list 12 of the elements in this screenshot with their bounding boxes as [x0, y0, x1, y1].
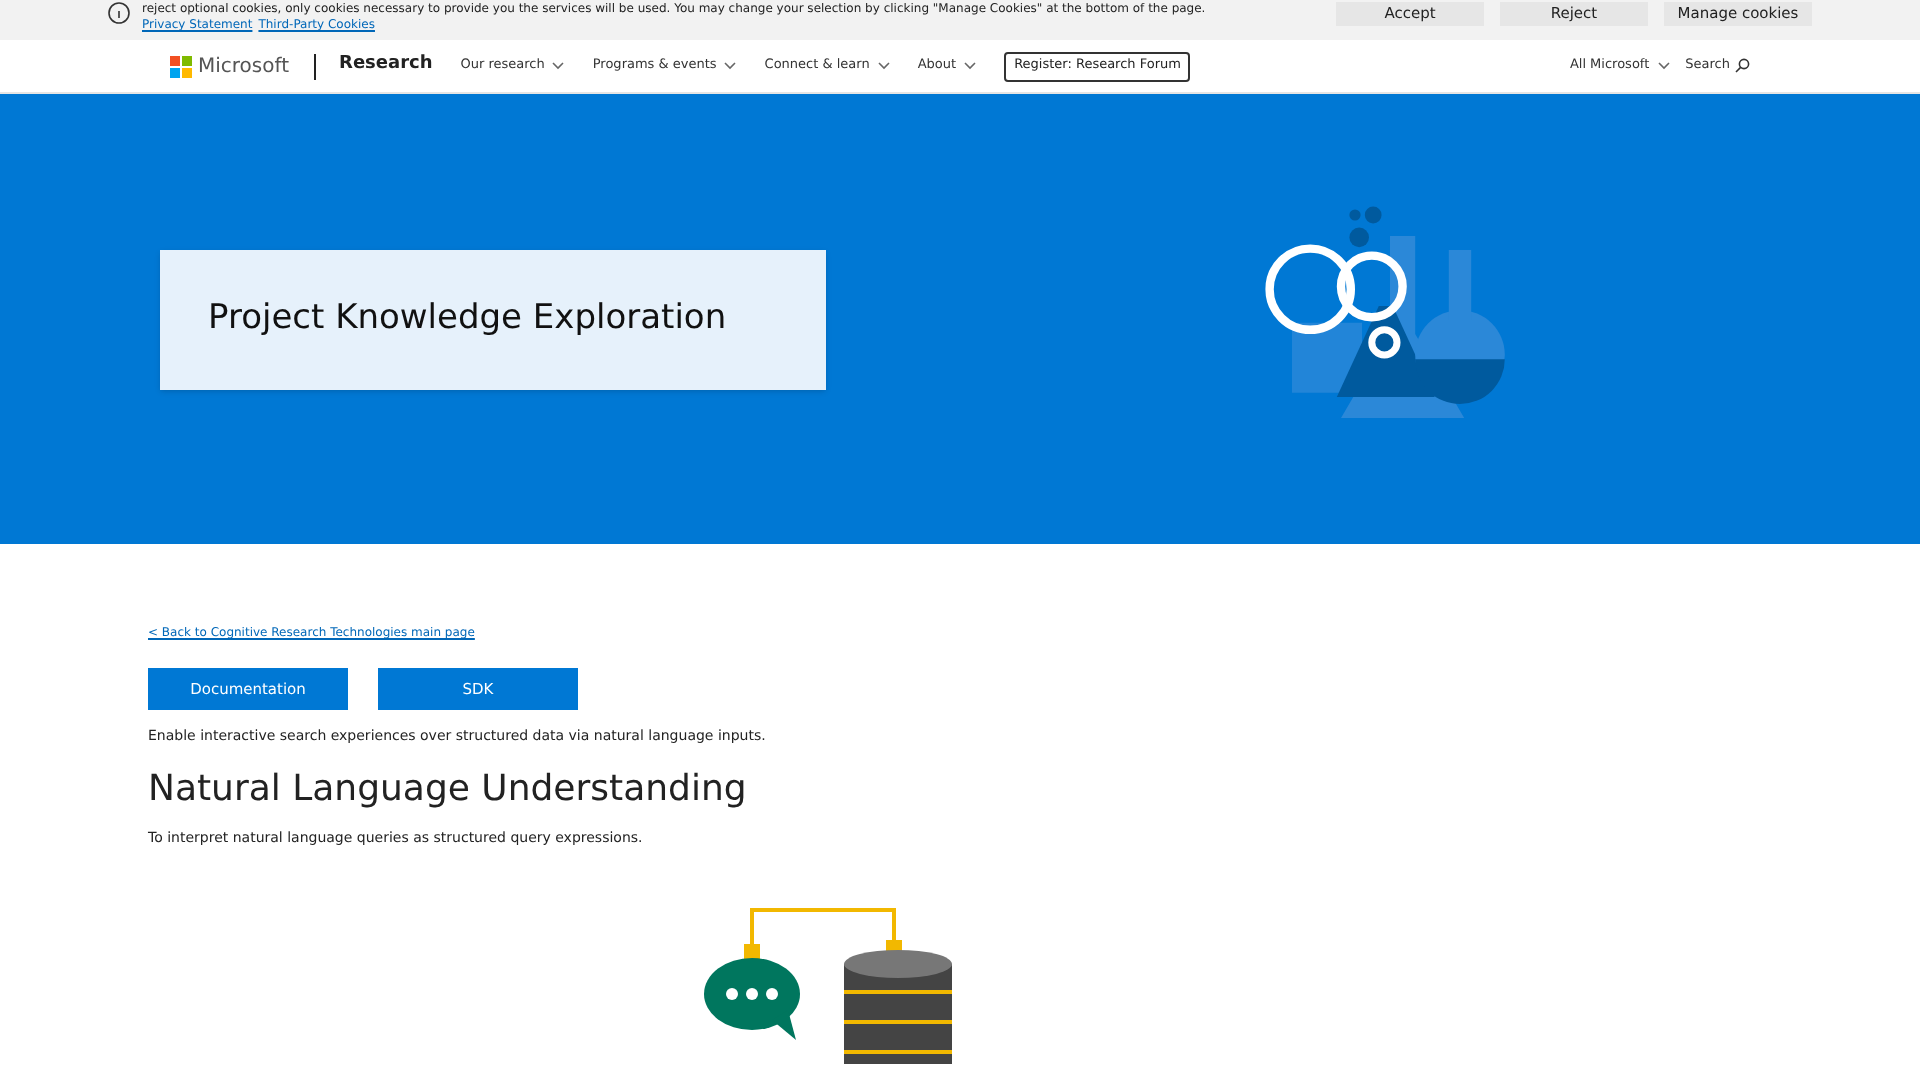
- microsoft-logo-icon: [170, 55, 192, 77]
- chevron-down-icon: [964, 62, 977, 70]
- chevron-down-icon: [1657, 62, 1670, 70]
- section-link[interactable]: Research: [339, 52, 433, 80]
- hero-title: Project Knowledge Exploration: [208, 295, 727, 342]
- brand-name: Microsoft: [198, 53, 290, 81]
- chevron-down-icon: [552, 62, 565, 70]
- chevron-down-icon: [877, 62, 890, 70]
- info-icon: [108, 2, 130, 24]
- search-icon: [1734, 58, 1750, 74]
- section-heading: Natural Language Understanding: [148, 765, 749, 813]
- chevron-down-icon: [724, 62, 737, 70]
